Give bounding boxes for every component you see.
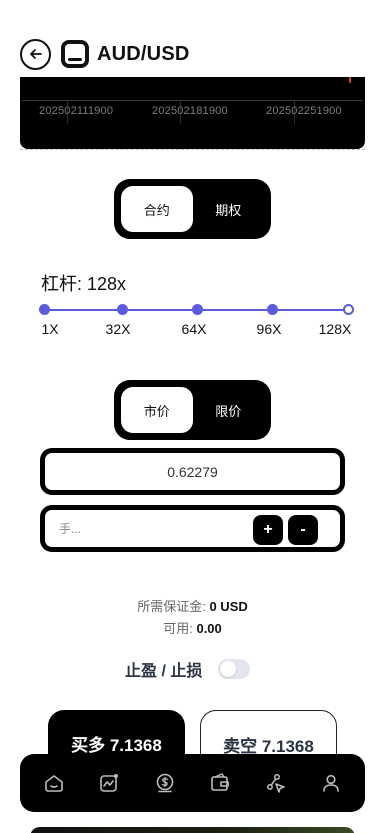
price-field[interactable]: 0.62279 (40, 448, 345, 495)
tpsl-row: 止盈 / 止损 (125, 657, 251, 681)
tab-limit[interactable]: 限价 (193, 387, 265, 433)
leverage-label: 96X (256, 321, 282, 337)
decrement-button[interactable]: - (288, 515, 318, 545)
leverage-stop-32x[interactable] (116, 304, 128, 315)
required-margin: 所需保证金: 0 USD (0, 596, 385, 615)
toggle-knob (220, 661, 237, 677)
leverage-label: 64X (181, 321, 207, 337)
next-card-peek (30, 827, 355, 833)
arrow-left-icon (29, 49, 42, 59)
nav-trade[interactable] (151, 769, 179, 797)
divider (20, 149, 365, 150)
contract-type-toggle: 合约 期权 (114, 179, 271, 239)
order-type-toggle: 市价 限价 (114, 380, 271, 440)
chart-tick-label: 202502181900 (152, 105, 228, 117)
dollar-coin-icon (156, 773, 174, 793)
tab-contract[interactable]: 合约 (121, 186, 193, 232)
leverage-label: 128X (318, 321, 352, 337)
leverage-label: 1X (41, 321, 59, 337)
chart-tick-label: 202502111900 (39, 105, 114, 117)
available-balance: 可用: 0.00 (0, 618, 385, 637)
leverage-label: 32X (105, 321, 131, 337)
share-icon (266, 774, 285, 793)
nav-profile[interactable] (317, 769, 345, 797)
bottom-nav (20, 754, 365, 812)
leverage-stop-64x[interactable] (191, 304, 203, 315)
wallet-icon (211, 773, 230, 791)
increment-button[interactable]: + (253, 515, 283, 545)
required-margin-label: 所需保证金: (137, 599, 206, 614)
tab-market[interactable]: 市价 (121, 387, 193, 433)
user-icon (323, 774, 340, 792)
currency-pair-icon (61, 40, 89, 68)
nav-home[interactable] (40, 769, 68, 797)
price-value: 0.62279 (167, 463, 218, 480)
leverage-stop-1x[interactable] (38, 304, 50, 315)
leverage-title: 杠杆: 128x (41, 274, 127, 294)
tpsl-label: 止盈 / 止损 (125, 663, 203, 680)
nav-share[interactable] (262, 769, 290, 797)
home-icon (44, 775, 63, 792)
page-title: AUD/USD (97, 42, 190, 65)
available-label: 可用: (163, 621, 193, 636)
chart-axis (22, 100, 363, 101)
leverage-stop-96x[interactable] (266, 304, 278, 315)
chart-icon (100, 774, 119, 792)
header: AUD/USD (20, 37, 190, 71)
nav-wallet[interactable] (206, 769, 234, 797)
chart-tick-label: 202502251900 (266, 105, 342, 117)
required-margin-value: 0 USD (209, 599, 248, 614)
leverage-slider-handle[interactable] (342, 304, 354, 315)
tpsl-toggle[interactable] (218, 659, 251, 679)
back-button[interactable] (20, 38, 51, 70)
tab-option[interactable]: 期权 (193, 186, 265, 232)
quantity-field: + - (40, 505, 345, 552)
chart-marker (349, 77, 351, 83)
nav-markets[interactable] (95, 769, 123, 797)
quantity-input[interactable] (59, 519, 239, 539)
available-value: 0.00 (196, 621, 222, 636)
price-chart[interactable]: 202502111900 202502181900 202502251900 (20, 77, 365, 149)
